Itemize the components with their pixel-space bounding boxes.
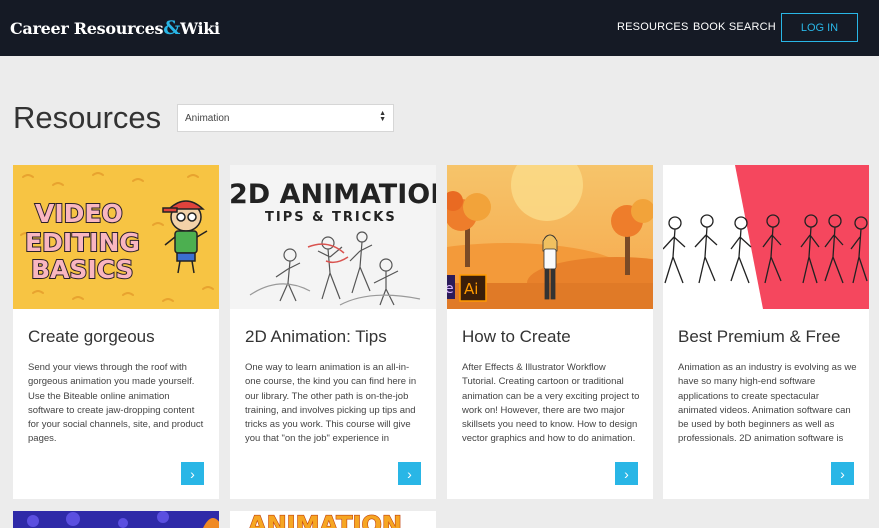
card-open-button[interactable]: › <box>831 462 854 485</box>
resource-card[interactable]: e Ai How to Create After Effects & Illus… <box>447 165 653 499</box>
card-title[interactable]: How to Create <box>462 327 571 347</box>
site-logo[interactable]: Career Resources&Wiki <box>10 17 220 39</box>
illustrator-label: Ai <box>464 280 478 298</box>
card-description: After Effects & Illustrator Workflow Tut… <box>462 362 640 445</box>
thumb-text-line1: VIDEO <box>35 199 123 228</box>
card-open-button[interactable]: › <box>615 462 638 485</box>
category-select-value: Animation <box>185 113 230 124</box>
resource-card[interactable]: 2D ANIMATION TIPS & TRICKS 2D Animation:… <box>230 165 436 499</box>
card-title[interactable]: Best Premium & Free <box>678 327 841 347</box>
resource-card-partial[interactable] <box>13 511 219 528</box>
resource-card[interactable]: VIDEO EDITING BASICS Create gorgeous Sen… <box>13 165 219 499</box>
card-open-button[interactable]: › <box>181 462 204 485</box>
card-thumbnail-walk-cycle <box>663 165 869 309</box>
thumb-text-line2: EDITING <box>25 228 140 257</box>
card-thumbnail-autumn-scene: e Ai <box>447 165 653 309</box>
card-description: Send your views through the roof with go… <box>28 362 204 445</box>
chevron-right-icon: › <box>190 465 195 482</box>
brand-name: Career Resources <box>10 19 164 38</box>
card-title[interactable]: 2D Animation: Tips <box>245 327 387 347</box>
login-button[interactable]: LOG IN <box>781 13 858 42</box>
card-open-button[interactable]: › <box>398 462 421 485</box>
resource-card[interactable]: Best Premium & Free Animation as an indu… <box>663 165 869 499</box>
brand-wiki: Wiki <box>180 19 220 38</box>
thumb-title: 2D ANIMATION <box>230 179 436 210</box>
thumb-subtitle: TIPS & TRICKS <box>265 210 397 225</box>
select-arrows-icon: ▲ ▼ <box>379 110 386 123</box>
chevron-right-icon: › <box>407 465 412 482</box>
chevron-right-icon: › <box>840 465 845 482</box>
svg-text:e: e <box>447 281 454 297</box>
page-title: Resources <box>13 100 162 135</box>
partial-thumb-text: ANIMATION <box>248 511 402 528</box>
card-title[interactable]: Create gorgeous <box>28 327 155 347</box>
top-navbar: Career Resources&Wiki RESOURCES BOOK SEA… <box>0 0 879 56</box>
card-description: Animation as an industry is evolving as … <box>678 362 857 445</box>
chevron-right-icon: › <box>624 465 629 482</box>
card-description: One way to learn animation is an all-in-… <box>245 362 417 445</box>
card-thumbnail-2d-animation: 2D ANIMATION TIPS & TRICKS <box>230 165 436 309</box>
nav-book-search-link[interactable]: BOOK SEARCH <box>693 21 776 33</box>
brand-ampersand: & <box>163 17 181 39</box>
resource-card-partial[interactable]: ANIMATION <box>230 511 436 528</box>
thumb-text-line3: BASICS <box>31 255 134 284</box>
category-select[interactable]: Animation ▲ ▼ <box>177 104 394 132</box>
nav-resources-link[interactable]: RESOURCES <box>617 21 688 33</box>
card-thumbnail-video-editing: VIDEO EDITING BASICS <box>13 165 219 309</box>
